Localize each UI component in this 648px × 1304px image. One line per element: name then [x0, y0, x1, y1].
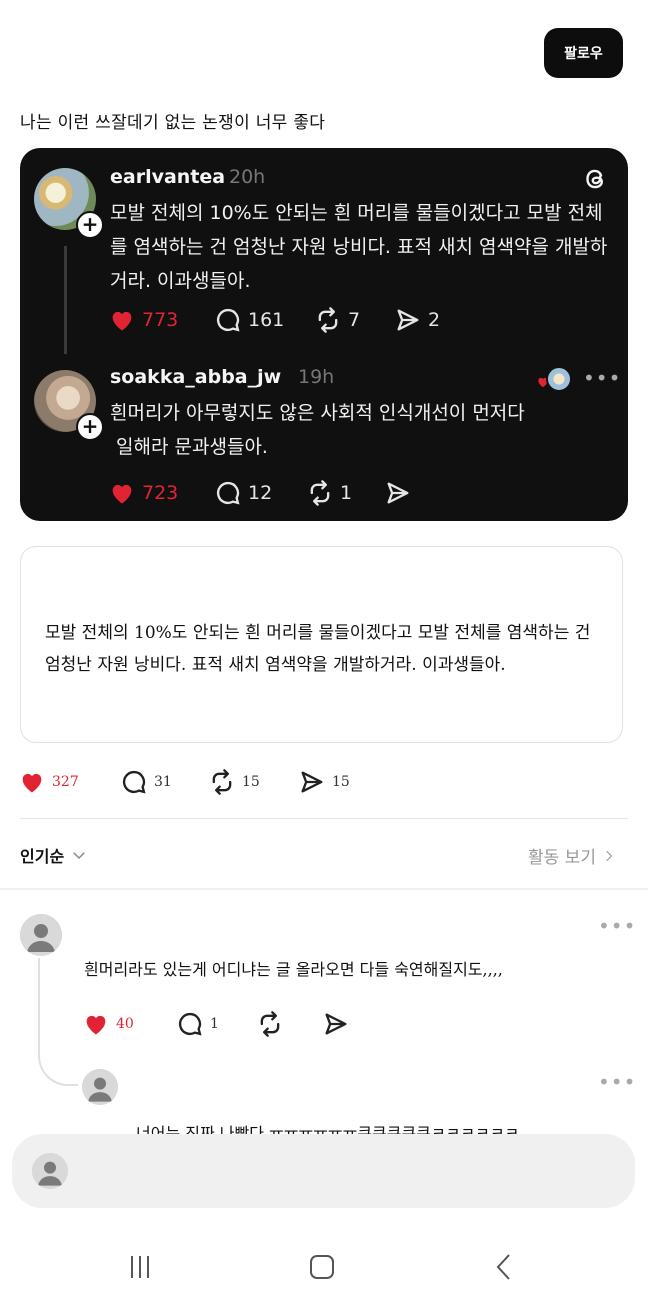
chevron-down-icon [73, 852, 85, 860]
reply-button[interactable]: 1 [176, 1010, 219, 1038]
embedded-thread-image: + earlvantea 20h 모발 전체의 10%도 안되는 흰 머리를 물… [20, 148, 628, 521]
thread-connector [38, 958, 78, 1086]
post-text-line: 일해라 문과생들아. [110, 436, 268, 458]
quote-text: 모발 전체의 10%도 안되는 흰 머리를 물들이겠다고 모발 전체를 염색하는… [45, 623, 591, 675]
heart-icon [112, 484, 132, 504]
reply-icon [178, 1012, 202, 1036]
avatar[interactable] [82, 1069, 118, 1105]
reply-count-label: 161 [248, 309, 285, 331]
post-time: 20h [229, 166, 266, 188]
share-count-label: 2 [428, 309, 441, 331]
share-icon [387, 482, 409, 504]
recent-apps-button[interactable] [120, 1250, 160, 1284]
repost-button[interactable] [256, 1010, 284, 1038]
reply-count-label: 1 [210, 1016, 219, 1032]
follow-plus-icon: + [76, 211, 104, 239]
share-count-label: 15 [332, 774, 350, 790]
repost-count: 7 [314, 306, 360, 334]
repost-count: 1 [306, 479, 352, 507]
repost-icon [318, 307, 338, 333]
system-nav-bar [0, 1230, 648, 1304]
like-count-label: 327 [52, 774, 79, 790]
reply-composer[interactable] [12, 1134, 635, 1208]
like-count: 723 [108, 479, 178, 507]
like-button[interactable]: 327 [18, 768, 79, 796]
default-avatar-icon [20, 914, 62, 956]
username: earlvantea [110, 166, 226, 188]
share-count [384, 479, 412, 507]
threads-logo-icon [586, 169, 604, 189]
share-count: 2 [394, 306, 440, 334]
reply-button[interactable]: 31 [120, 768, 172, 796]
username: soakka_abba_jw [110, 366, 282, 388]
repost-count-label: 15 [242, 774, 260, 790]
like-count-label: 40 [116, 1016, 134, 1032]
recent-apps-icon [131, 1256, 149, 1278]
repost-icon [260, 1011, 280, 1037]
more-options-icon[interactable]: ••• [598, 1070, 636, 1094]
repost-count-label: 7 [348, 309, 361, 331]
divider [20, 818, 628, 819]
activity-label: 활동 보기 [528, 848, 596, 868]
home-button[interactable] [302, 1250, 342, 1284]
quote-card[interactable]: 모발 전체의 10%도 안되는 흰 머리를 물들이겠다고 모발 전체를 염색하는… [20, 546, 623, 743]
reply-count: 12 [214, 479, 272, 507]
chevron-right-icon [606, 850, 613, 861]
like-count: 773 [108, 306, 178, 334]
default-avatar-icon [32, 1153, 68, 1189]
back-button[interactable] [484, 1250, 524, 1284]
avatar [32, 1153, 68, 1189]
sort-label: 인기순 [20, 847, 65, 866]
like-count-label: 773 [142, 309, 179, 331]
sort-dropdown[interactable]: 인기순 [20, 843, 88, 867]
follow-plus-icon: + [76, 413, 104, 441]
more-options-icon: ••• [583, 366, 622, 390]
repost-icon [212, 769, 232, 795]
comment-text: 흰머리라도 있는게 어디냐는 글 올라오면 다들 숙연해질지도,,,, [84, 960, 503, 979]
default-avatar-icon [82, 1069, 118, 1105]
reply-count-label: 31 [154, 774, 172, 790]
like-button[interactable]: 40 [82, 1010, 134, 1038]
back-icon [496, 1254, 510, 1280]
post-text: 흰머리가 아무렇지도 않은 사회적 인식개선이 먼저다 일해라 문과생들아. [110, 396, 618, 464]
reply-icon [122, 770, 146, 794]
activity-link[interactable]: 활동 보기 [528, 843, 616, 868]
share-button[interactable] [322, 1010, 350, 1038]
home-icon [310, 1255, 334, 1279]
follow-button[interactable]: 팔로우 [544, 28, 623, 78]
heart-icon [22, 773, 42, 793]
avatar [546, 366, 572, 392]
share-icon [397, 309, 419, 331]
share-button[interactable]: 15 [298, 768, 350, 796]
repost-count-label: 1 [340, 482, 353, 504]
repost-icon [310, 480, 330, 506]
heart-icon [86, 1015, 106, 1035]
heart-icon [112, 311, 132, 331]
repost-button[interactable]: 15 [208, 768, 260, 796]
post-text-line: 흰머리가 아무렇지도 않은 사회적 인식개선이 먼저다 [110, 402, 525, 424]
thread-connector [64, 246, 67, 354]
like-count-label: 723 [142, 482, 179, 504]
share-icon [301, 771, 323, 793]
avatar[interactable] [20, 914, 62, 956]
divider [0, 888, 648, 890]
reply-count-label: 12 [248, 482, 273, 504]
more-options-icon[interactable]: ••• [598, 914, 636, 938]
post-caption: 나는 이런 쓰잘데기 없는 논쟁이 너무 좋다 [20, 113, 326, 133]
post-time: 19h [298, 366, 335, 388]
post-text: 모발 전체의 10%도 안되는 흰 머리를 물들이겠다고 모발 전체를 염색하는… [110, 202, 608, 292]
share-icon [325, 1013, 347, 1035]
post-actions: 327 31 15 15 [18, 764, 618, 804]
reply-icon [216, 308, 240, 332]
reply-icon [216, 481, 240, 505]
reply-count: 161 [214, 306, 284, 334]
